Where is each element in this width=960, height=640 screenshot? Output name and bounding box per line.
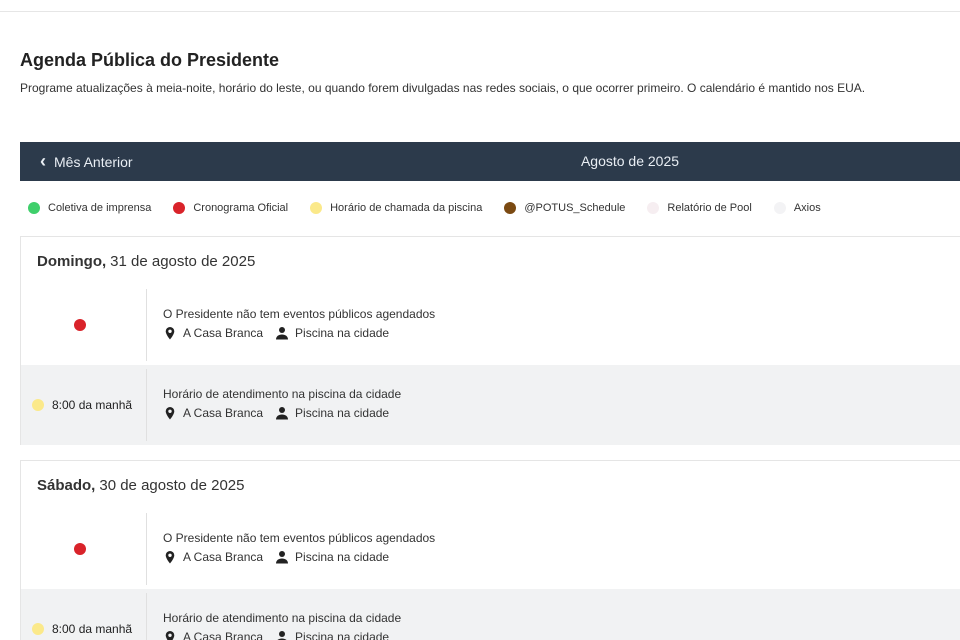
legend-label: Horário de chamada da piscina: [330, 202, 483, 214]
legend-dot-icon: [28, 202, 40, 214]
person-icon: [276, 407, 289, 420]
event-title: Horário de atendimento na piscina da cid…: [163, 387, 402, 401]
event-row[interactable]: O Presidente não tem eventos públicos ag…: [21, 285, 960, 365]
event-coverage: Piscina na cidade: [295, 630, 390, 640]
event-time-cell: [21, 289, 147, 361]
legend: Coletiva de imprensa Cronograma Oficial …: [28, 200, 843, 216]
day-header: Sábado, 30 de agosto de 2025: [21, 461, 960, 509]
day-card: Domingo, 31 de agosto de 2025 O Presiden…: [20, 236, 960, 445]
event-body: Horário de atendimento na piscina da cid…: [147, 365, 401, 445]
event-body: O Presidente não tem eventos públicos ag…: [147, 285, 435, 365]
event-meta: A Casa Branca Piscina na cidade: [163, 630, 401, 640]
event-status-dot-icon: [74, 319, 86, 331]
event-body: O Presidente não tem eventos públicos ag…: [147, 509, 435, 589]
legend-item-pool-report[interactable]: Relatório de Pool: [647, 202, 752, 214]
event-location: A Casa Branca: [183, 326, 264, 340]
day-card: Sábado, 30 de agosto de 2025 O President…: [20, 460, 960, 640]
event-row[interactable]: O Presidente não tem eventos públicos ag…: [21, 509, 960, 589]
page-title: Agenda Pública do Presidente: [20, 50, 280, 70]
event-meta: A Casa Branca Piscina na cidade: [163, 406, 401, 420]
legend-label: Axios: [793, 202, 821, 214]
legend-dot-icon: [647, 202, 660, 214]
legend-item-piscina[interactable]: Horário de chamada da piscina: [310, 202, 482, 214]
day-date: 30 de agosto de 2025: [99, 476, 245, 494]
legend-item-axios[interactable]: Axios: [773, 202, 821, 214]
event-status-dot-icon: [32, 399, 44, 411]
event-body: Horário de atendimento na piscina da cid…: [147, 589, 401, 640]
legend-dot-icon: [310, 202, 323, 214]
event-title: O Presidente não tem eventos públicos ag…: [163, 307, 436, 321]
event-location: A Casa Branca: [183, 550, 264, 564]
event-time: 8:00 da manhã: [52, 398, 133, 412]
event-status-dot-icon: [32, 623, 44, 635]
day-weekday: Domingo,: [37, 252, 107, 270]
map-pin-icon: [165, 551, 175, 564]
person-icon: [276, 551, 289, 564]
event-time-cell: 8:00 da manhã: [21, 593, 147, 640]
month-navigation-bar: ‹ Mês Anterior Agosto de 2025: [20, 142, 960, 181]
legend-item-cronograma[interactable]: Cronograma Oficial: [173, 202, 288, 214]
event-coverage: Piscina na cidade: [295, 406, 390, 420]
legend-label: Cronograma Oficial: [193, 202, 289, 214]
event-status-dot-icon: [74, 543, 86, 555]
current-month-label: Agosto de 2025: [580, 153, 680, 169]
day-header: Domingo, 31 de agosto de 2025: [21, 237, 960, 285]
legend-dot-icon: [173, 202, 186, 214]
day-date: 31 de agosto de 2025: [110, 252, 256, 270]
person-icon: [277, 631, 287, 640]
event-location: A Casa Branca: [183, 406, 264, 420]
event-location: A Casa Branca: [183, 630, 264, 640]
event-meta: A Casa Branca Piscina na cidade: [163, 550, 435, 564]
legend-label: @POTUS_Schedule: [524, 202, 626, 214]
map-pin-icon: [165, 407, 175, 420]
legend-dot-icon: [504, 202, 517, 214]
page-description: Programe atualizações à meia-noite, horá…: [20, 81, 866, 95]
day-weekday: Sábado,: [37, 476, 96, 494]
event-coverage: Piscina na cidade: [295, 326, 390, 340]
top-divider: [0, 11, 960, 12]
legend-item-potus-schedule[interactable]: @POTUS_Schedule: [504, 202, 625, 214]
event-title: Horário de atendimento na piscina da cid…: [163, 611, 402, 625]
event-time: 8:00 da manhã: [52, 622, 133, 636]
map-pin-icon: [165, 631, 175, 640]
event-title: O Presidente não tem eventos públicos ag…: [163, 531, 436, 545]
legend-label: Relatório de Pool: [667, 202, 752, 214]
map-pin-icon: [165, 327, 175, 340]
event-time-cell: [21, 513, 147, 585]
person-icon: [276, 327, 289, 340]
legend-item-coletiva[interactable]: Coletiva de imprensa: [28, 202, 151, 214]
event-row[interactable]: 8:00 da manhã Horário de atendimento na …: [21, 589, 960, 640]
legend-label: Coletiva de imprensa: [48, 202, 152, 214]
event-time-cell: 8:00 da manhã: [21, 369, 147, 441]
event-row[interactable]: 8:00 da manhã Horário de atendimento na …: [21, 365, 960, 445]
event-meta: A Casa Branca Piscina na cidade: [163, 326, 435, 340]
legend-dot-icon: [773, 202, 786, 214]
event-coverage: Piscina na cidade: [295, 550, 390, 564]
